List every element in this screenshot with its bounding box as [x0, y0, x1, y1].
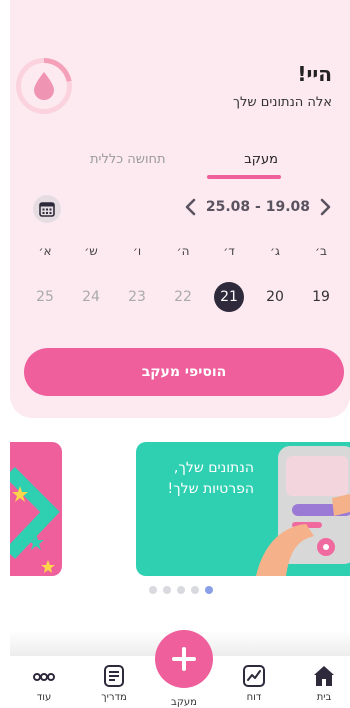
nav-more-label: עוד [36, 692, 52, 703]
chevron-right-icon[interactable] [318, 198, 332, 216]
page-title: היי! [297, 62, 332, 86]
day-column[interactable]: ו׳ 23 [122, 244, 152, 305]
add-fab-button[interactable] [155, 630, 213, 688]
day-column[interactable]: ה׳ 22 [168, 244, 198, 305]
day-name: ה׳ [176, 244, 190, 258]
day-number[interactable]: 23 [122, 282, 152, 312]
day-column[interactable]: ד׳ 21 [214, 244, 244, 312]
day-name: ג׳ [270, 244, 280, 258]
nav-guide-label: מדריך [101, 692, 127, 703]
day-number[interactable]: 20 [260, 282, 290, 312]
nav-more[interactable]: עוד [14, 656, 74, 703]
date-range: 25.08 - 19.08 [205, 199, 310, 215]
day-column[interactable]: ב׳ 19 [306, 244, 336, 305]
day-number[interactable]: 24 [76, 282, 106, 312]
day-name: א׳ [38, 244, 52, 258]
day-number-selected[interactable]: 21 [214, 282, 244, 312]
active-tab-indicator [207, 175, 281, 179]
carousel-dot[interactable] [149, 586, 157, 594]
nav-track-label: מעקב [171, 697, 197, 708]
day-number[interactable]: 25 [30, 282, 60, 312]
calendar-button[interactable] [33, 195, 61, 223]
phone-illustration [256, 446, 350, 576]
drop-icon [34, 72, 54, 100]
home-icon [314, 666, 334, 686]
add-tracking-button[interactable]: הוסיפי מעקב [24, 348, 344, 396]
info-carousel[interactable]: הנתונים שלך, הפרטיות שלך! [0, 442, 350, 576]
day-name: ו׳ [132, 244, 142, 258]
day-number[interactable]: 22 [168, 282, 198, 312]
chart-icon [243, 665, 265, 687]
cycle-progress-ring [16, 58, 72, 114]
page-subtitle: אלה הנתונים שלך [233, 95, 332, 110]
carousel-dot[interactable] [191, 586, 199, 594]
day-name: ד׳ [223, 244, 235, 258]
plus-icon [172, 647, 196, 671]
chevron-left-icon[interactable] [184, 198, 198, 216]
nav-report-label: דוח [246, 692, 262, 703]
day-number[interactable]: 19 [306, 282, 336, 312]
calendar-icon [39, 202, 55, 217]
more-icon [33, 673, 55, 681]
day-name: ש׳ [84, 244, 98, 258]
tab-tracking[interactable]: מעקב [244, 152, 278, 167]
nav-home-label: בית [316, 692, 332, 703]
day-column[interactable]: א׳ 25 [30, 244, 60, 305]
nav-report[interactable]: דוח [224, 656, 284, 703]
stars-illustration [10, 467, 60, 573]
nav-home[interactable]: בית [294, 656, 350, 703]
tab-general-feeling[interactable]: תחושה כללית [90, 152, 166, 167]
tab-bar: מעקב תחושה כללית [10, 148, 350, 184]
nav-guide[interactable]: מדריך [84, 656, 144, 703]
day-name: ב׳ [315, 244, 327, 258]
day-column[interactable]: ש׳ 24 [76, 244, 106, 305]
guide-icon [104, 665, 124, 687]
carousel-slide-previous[interactable] [10, 442, 62, 576]
carousel-dot[interactable] [177, 586, 185, 594]
carousel-dot-active[interactable] [205, 586, 213, 594]
day-column[interactable]: ג׳ 20 [260, 244, 290, 305]
carousel-slide-privacy[interactable]: הנתונים שלך, הפרטיות שלך! [136, 442, 350, 576]
carousel-dots [149, 586, 213, 594]
carousel-dot[interactable] [163, 586, 171, 594]
date-range-selector: 25.08 - 19.08 [184, 198, 332, 216]
